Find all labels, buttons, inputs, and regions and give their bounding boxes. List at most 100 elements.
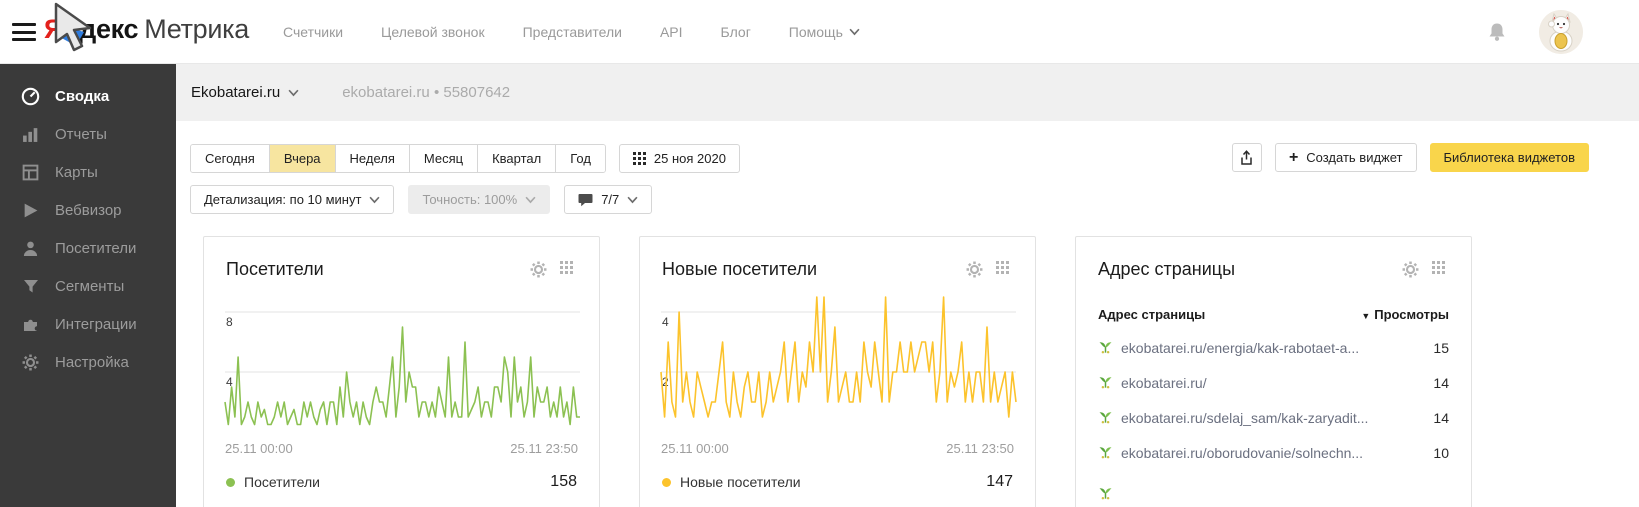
- chart-line[interactable]: [660, 296, 1017, 418]
- nav-item-4[interactable]: Блог: [721, 24, 751, 40]
- widget-gear-icon[interactable]: [1402, 261, 1419, 278]
- legend-total: 147: [986, 473, 1013, 490]
- widget-drag-handle-icon[interactable]: [996, 261, 1013, 278]
- table-row: ekobatarei.ru/sdelaj_sam/kak-zaryadit...…: [1098, 400, 1449, 435]
- plant-favicon: [1098, 375, 1113, 390]
- y-axis-label: 8: [226, 315, 233, 329]
- sidebar-item-label: Интеграции: [55, 315, 137, 333]
- plant-favicon: [1098, 340, 1113, 355]
- legend-dot-icon: [662, 477, 671, 487]
- gauge-icon: [21, 87, 40, 106]
- export-button[interactable]: [1231, 143, 1262, 172]
- sidebar-item-сводка[interactable]: Сводка: [0, 77, 176, 115]
- widget-drag-handle-icon[interactable]: [560, 261, 577, 278]
- period-button-2[interactable]: Неделя: [335, 145, 410, 172]
- widget-actions: + Создать виджет Библиотека виджетов: [1231, 143, 1589, 172]
- page-url-cell[interactable]: ekobatarei.ru/oborudovanie/solnechn...: [1098, 445, 1363, 461]
- page-url-link[interactable]: ekobatarei.ru/energia/kak-rabotaet-a...: [1121, 340, 1359, 356]
- page-url-cell[interactable]: ekobatarei.ru/: [1098, 375, 1207, 391]
- legend-series[interactable]: Новые посетители: [662, 474, 801, 490]
- play-icon: [21, 201, 40, 220]
- notifications-bell-icon[interactable]: [1487, 20, 1507, 44]
- filters-toolbar: Детализация: по 10 минут Точность: 100% …: [190, 185, 653, 214]
- views-column-header[interactable]: ▼ Просмотры: [1361, 307, 1449, 322]
- y-axis-label: 4: [662, 315, 669, 329]
- nav-item-5[interactable]: Помощь: [789, 24, 860, 40]
- period-segmented-control: Сегодня Вчера Неделя Месяц Квартал Год: [190, 144, 606, 173]
- widget-library-label: Библиотека виджетов: [1443, 150, 1576, 165]
- x-axis-end-label: 25.11 23:50: [946, 441, 1014, 456]
- page-url-link[interactable]: ekobatarei.ru/: [1121, 375, 1207, 391]
- period-button-1[interactable]: Вчера: [269, 145, 336, 172]
- sidebar-item-отчеты[interactable]: Отчеты: [0, 115, 176, 153]
- widget-card-2: Адрес страницы Адрес страницы ▼ Просмотры…: [1075, 236, 1472, 507]
- period-button-4[interactable]: Квартал: [478, 145, 557, 172]
- widget-card-0: Посетители 84 25.11 00:00 25.11 23:50 По…: [203, 236, 600, 507]
- sidebar-item-настройка[interactable]: Настройка: [0, 343, 176, 381]
- sidebar-item-карты[interactable]: Карты: [0, 153, 176, 191]
- chart-legend: Новые посетители 147: [662, 473, 1013, 491]
- date-picker-label: 25 ноя 2020: [653, 151, 726, 166]
- sidebar-item-сегменты[interactable]: Сегменты: [0, 267, 176, 305]
- widget-title: Новые посетители: [662, 259, 818, 279]
- sidebar-item-label: Отчеты: [55, 125, 107, 143]
- widget-gear-icon[interactable]: [966, 261, 983, 278]
- period-button-3[interactable]: Месяц: [409, 145, 479, 172]
- legend-series[interactable]: Посетители: [226, 474, 320, 490]
- date-picker-button[interactable]: 25 ноя 2020: [618, 144, 740, 173]
- page-url-cell[interactable]: ekobatarei.ru/energia/kak-rabotaet-a...: [1098, 340, 1359, 356]
- comments-dropdown-label: 7/7: [601, 192, 620, 207]
- nav-item-label: Представители: [522, 24, 622, 40]
- nav-item-label: Целевой звонок: [381, 24, 485, 40]
- top-nav: Счетчики Целевой звонок Представители API Бл…: [283, 0, 860, 64]
- table-body: ekobatarei.ru/energia/kak-rabotaet-a... …: [1098, 330, 1449, 507]
- user-avatar[interactable]: [1539, 10, 1583, 54]
- counter-details: ekobatarei.ru • 55807642: [342, 84, 511, 101]
- sidebar-item-посетители[interactable]: Посетители: [0, 229, 176, 267]
- page-url-link[interactable]: ekobatarei.ru/oborudovanie/solnechn...: [1121, 445, 1363, 461]
- nav-item-2[interactable]: Представители: [523, 24, 622, 40]
- accuracy-dropdown[interactable]: Точность: 100%: [408, 185, 551, 214]
- page-url-link[interactable]: ekobatarei.ru/sdelaj_sam/kak-zaryadit...: [1121, 410, 1368, 426]
- period-button-5[interactable]: Год: [556, 145, 605, 172]
- widget-tools: [530, 261, 577, 278]
- hamburger-menu-icon[interactable]: [12, 21, 36, 43]
- sidebar-item-label: Сегменты: [55, 277, 125, 295]
- url-column-header[interactable]: Адрес страницы: [1098, 307, 1205, 322]
- counter-switcher[interactable]: Ekobatarei.ru: [191, 84, 299, 101]
- detail-dropdown[interactable]: Детализация: по 10 минут: [190, 185, 395, 214]
- sidebar-item-вебвизор[interactable]: Вебвизор: [0, 191, 176, 229]
- chart-line[interactable]: [224, 326, 580, 426]
- x-axis-start-label: 25.11 00:00: [661, 441, 729, 456]
- chevron-down-icon: [525, 196, 536, 203]
- widget-header: Адрес страницы: [1076, 237, 1471, 280]
- legend-label: Посетители: [244, 474, 320, 490]
- yandex-metrica-logo[interactable]: Яндекс Метрика: [44, 14, 249, 45]
- person-icon: [21, 239, 40, 258]
- nav-item-1[interactable]: Целевой звонок: [381, 24, 485, 40]
- widget-library-button[interactable]: Библиотека виджетов: [1429, 143, 1589, 172]
- page-url-cell[interactable]: ekobatarei.ru/sdelaj_sam/kak-zaryadit...: [1098, 410, 1368, 426]
- chart-area: 42: [660, 294, 1017, 436]
- funnel-icon: [21, 277, 40, 296]
- views-cell: 15: [1433, 339, 1449, 356]
- calendar-grid-icon: [632, 152, 646, 165]
- legend-label: Новые посетители: [680, 474, 801, 490]
- nav-item-3[interactable]: API: [660, 24, 683, 40]
- comments-dropdown[interactable]: 7/7: [564, 185, 653, 214]
- plus-icon: +: [1288, 148, 1299, 166]
- export-icon: [1241, 149, 1253, 165]
- sidebar: Сводка Отчеты Карты Вебвизор Посетители Сегме…: [0, 64, 176, 507]
- table-row-partial: [1098, 476, 1449, 507]
- nav-item-0[interactable]: Счетчики: [283, 24, 343, 40]
- sidebar-item-интеграции[interactable]: Интеграции: [0, 305, 176, 343]
- period-button-0[interactable]: Сегодня: [191, 145, 270, 172]
- widget-drag-handle-icon[interactable]: [1432, 261, 1449, 278]
- counter-name: Ekobatarei.ru: [191, 84, 281, 101]
- nav-item-label: Блог: [720, 24, 751, 40]
- chevron-down-icon: [627, 196, 638, 203]
- create-widget-label: Создать виджет: [1306, 150, 1403, 165]
- chart-legend: Посетители 158: [226, 473, 577, 491]
- widget-gear-icon[interactable]: [530, 261, 547, 278]
- create-widget-button[interactable]: + Создать виджет: [1274, 143, 1417, 172]
